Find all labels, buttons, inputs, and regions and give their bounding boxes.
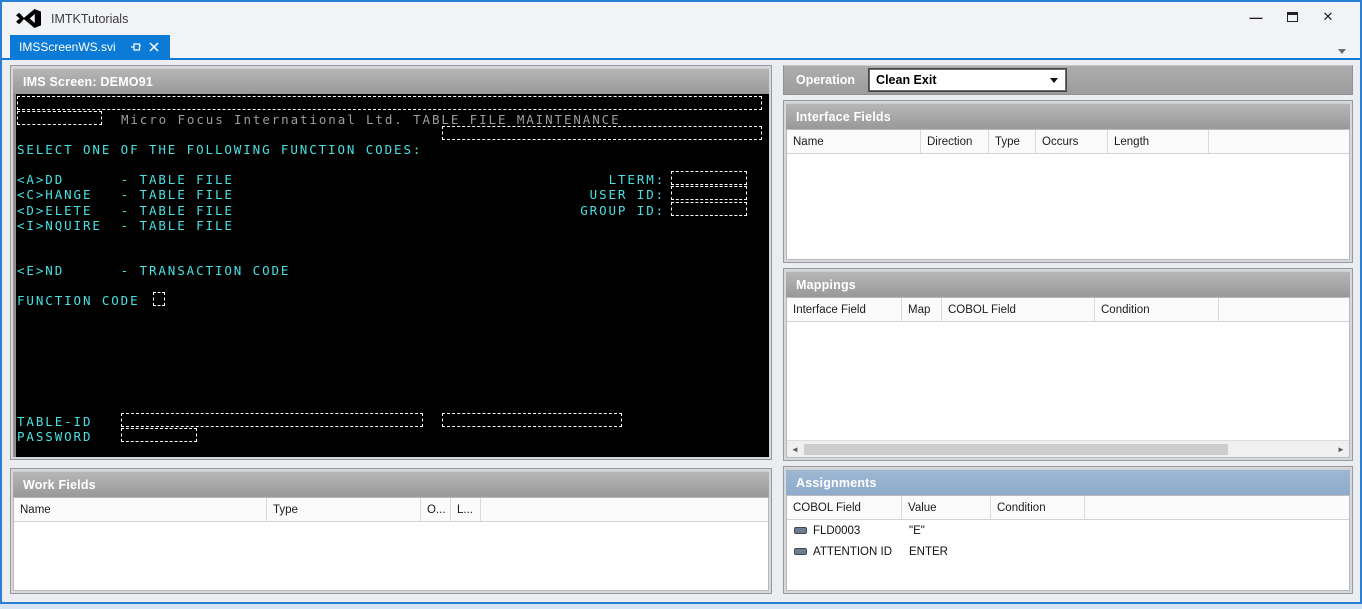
tab-label: IMSScreenWS.svi xyxy=(19,39,116,54)
ims-terminal-screen[interactable]: Micro Focus International Ltd. TABLE FIL… xyxy=(13,94,769,457)
assignment-row[interactable]: FLD0003 "E" xyxy=(787,520,1349,541)
work-fields-title: Work Fields xyxy=(23,477,96,492)
app-window: IMTKTutorials — ✕ IMSScreenWS.svi IMS Sc… xyxy=(0,0,1362,604)
ims-screen-title: IMS Screen: DEMO91 xyxy=(23,74,154,89)
assignments-table-body[interactable]: FLD0003 "E" ATTENTION ID ENTER xyxy=(787,520,1349,590)
maximize-icon xyxy=(1286,12,1298,22)
window-title: IMTKTutorials xyxy=(51,11,129,26)
cobol-field-icon xyxy=(794,527,807,534)
assignment-row[interactable]: ATTENTION ID ENTER xyxy=(787,541,1349,562)
scroll-left-icon[interactable]: ◄ xyxy=(787,442,803,457)
terminal-text: PASSWORD xyxy=(17,428,93,444)
assignments-column-headers: COBOL Field Value Condition xyxy=(787,496,1349,520)
column-header[interactable]: Occurs xyxy=(1036,130,1108,153)
terminal-input-field[interactable] xyxy=(442,126,762,141)
terminal-input-field[interactable] xyxy=(120,412,424,427)
column-header[interactable]: Direction xyxy=(921,130,989,153)
terminal-text: <A>DD - TABLE FILE xyxy=(17,172,234,188)
terminal-text: <C>HANGE - TABLE FILE xyxy=(17,187,234,203)
terminal-text: LTERM: xyxy=(608,172,666,188)
mappings-column-headers: Interface Field Map COBOL Field Condition xyxy=(787,298,1349,322)
mappings-horizontal-scrollbar[interactable]: ◄ ► xyxy=(787,440,1349,457)
work-fields-header: Work Fields xyxy=(13,471,769,497)
column-header[interactable]: Name xyxy=(787,130,921,153)
interface-fields-table-body[interactable] xyxy=(787,154,1349,259)
column-header[interactable]: Map xyxy=(902,298,942,321)
mappings-title: Mappings xyxy=(796,277,856,292)
work-fields-panel: Work Fields Name Type O... L... xyxy=(10,468,772,594)
operation-combobox-value: Clean Exit xyxy=(876,73,937,87)
terminal-text: Micro Focus International Ltd. TABLE FIL… xyxy=(120,112,621,128)
ims-screen-header: IMS Screen: DEMO91 xyxy=(13,68,769,94)
main-content: IMS Screen: DEMO91 Micro Focus Internati… xyxy=(2,60,1360,602)
terminal-input-field[interactable] xyxy=(670,186,747,201)
column-header[interactable]: COBOL Field xyxy=(787,496,902,519)
column-header[interactable]: Length xyxy=(1108,130,1209,153)
terminal-input-field[interactable] xyxy=(120,427,197,442)
assignment-cell: "E" xyxy=(909,524,925,537)
column-header[interactable]: COBOL Field xyxy=(942,298,1095,321)
column-header[interactable]: Condition xyxy=(1095,298,1219,321)
work-fields-table-body[interactable] xyxy=(14,522,768,590)
terminal-input-field[interactable] xyxy=(442,412,622,427)
assignment-cell: FLD0003 xyxy=(813,524,861,537)
interface-fields-title: Interface Fields xyxy=(796,109,891,124)
terminal-input-field[interactable] xyxy=(670,201,747,216)
assignments-panel: Assignments COBOL Field Value Condition FL… xyxy=(783,466,1353,594)
terminal-text: <I>NQUIRE - TABLE FILE xyxy=(17,217,234,233)
mappings-panel: Mappings Interface Field Map COBOL Field Co… xyxy=(783,268,1353,461)
combobox-dropdown-icon[interactable] xyxy=(1050,77,1059,83)
title-bar: IMTKTutorials — ✕ xyxy=(2,2,1360,35)
tab-strip: IMSScreenWS.svi xyxy=(2,35,1360,58)
maximize-button[interactable] xyxy=(1274,6,1310,28)
terminal-text: SELECT ONE OF THE FOLLOWING FUNCTION COD… xyxy=(17,142,423,158)
mappings-header: Mappings xyxy=(786,271,1350,297)
column-header[interactable]: Condition xyxy=(991,496,1085,519)
mappings-table-body[interactable] xyxy=(787,322,1349,440)
terminal-input-field[interactable] xyxy=(17,111,103,126)
operation-label: Operation xyxy=(796,73,856,87)
column-header[interactable]: O... xyxy=(421,498,451,521)
ims-screen-panel: IMS Screen: DEMO91 Micro Focus Internati… xyxy=(10,65,772,460)
terminal-text: FUNCTION CODE xyxy=(17,293,140,309)
tab-close-icon[interactable] xyxy=(146,39,162,55)
column-header[interactable]: Type xyxy=(267,498,421,521)
scrollbar-thumb[interactable] xyxy=(804,443,1228,455)
operation-combobox[interactable]: Clean Exit xyxy=(869,69,1067,91)
close-button[interactable]: ✕ xyxy=(1310,6,1346,28)
column-header[interactable]: Value xyxy=(902,496,991,519)
terminal-text: <D>ELETE - TABLE FILE xyxy=(17,202,234,218)
scroll-right-icon[interactable]: ► xyxy=(1333,442,1349,457)
assignment-cell: ENTER xyxy=(909,545,948,558)
assignments-header: Assignments xyxy=(786,469,1350,495)
terminal-input-field[interactable] xyxy=(17,96,762,110)
assignment-cell: ATTENTION ID xyxy=(813,545,893,558)
interface-fields-header: Interface Fields xyxy=(786,103,1350,129)
visual-studio-logo-icon xyxy=(16,9,41,28)
interface-fields-column-headers: Name Direction Type Occurs Length xyxy=(787,130,1349,154)
tab-imsscreenws[interactable]: IMSScreenWS.svi xyxy=(10,35,170,58)
terminal-input-field[interactable] xyxy=(670,171,747,186)
terminal-text: USER ID: xyxy=(589,187,666,203)
operation-bar: Operation Clean Exit xyxy=(783,65,1353,95)
pin-icon[interactable] xyxy=(128,39,144,55)
terminal-text: <E>ND - TRANSACTION CODE xyxy=(17,262,291,278)
minimize-button[interactable]: — xyxy=(1238,6,1274,28)
column-header[interactable]: Name xyxy=(14,498,267,521)
cobol-field-icon xyxy=(794,548,807,555)
document-list-dropdown-icon[interactable] xyxy=(1338,49,1346,54)
column-header[interactable]: Interface Field xyxy=(787,298,902,321)
assignments-title: Assignments xyxy=(796,475,877,490)
interface-fields-panel: Interface Fields Name Direction Type Occurs… xyxy=(783,100,1353,263)
terminal-input-field[interactable] xyxy=(153,292,166,307)
terminal-text: GROUP ID: xyxy=(580,202,666,218)
terminal-text: TABLE-ID xyxy=(17,413,93,429)
column-header[interactable]: L... xyxy=(451,498,481,521)
work-fields-column-headers: Name Type O... L... xyxy=(14,498,768,522)
scrollbar-track[interactable] xyxy=(803,443,1333,456)
column-header[interactable]: Type xyxy=(989,130,1036,153)
